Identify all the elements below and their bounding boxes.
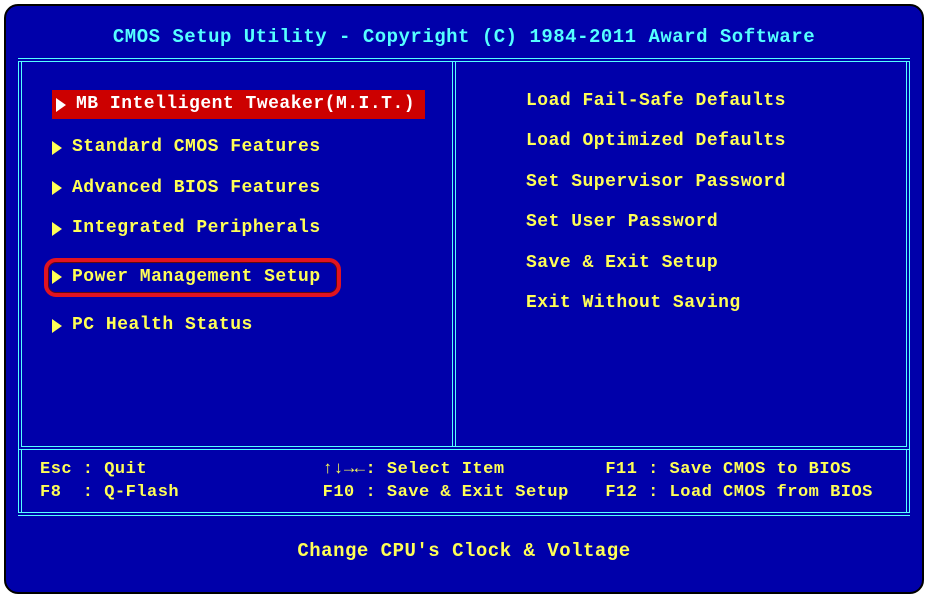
menu-item-label: Integrated Peripherals bbox=[72, 217, 321, 240]
menu-column-right: Load Fail-Safe Defaults Load Optimized De… bbox=[456, 62, 906, 446]
right-menu-item-4[interactable]: Save & Exit Setup bbox=[506, 252, 886, 275]
main-panel: MB Intelligent Tweaker(M.I.T.) Standard C… bbox=[18, 58, 910, 516]
menu-item-label: Standard CMOS Features bbox=[72, 136, 321, 159]
menu-column-left: MB Intelligent Tweaker(M.I.T.) Standard C… bbox=[22, 62, 456, 446]
menu-item-label: Set Supervisor Password bbox=[526, 171, 786, 194]
menu-item-label: Exit Without Saving bbox=[526, 292, 741, 315]
menu-item-label: Set User Password bbox=[526, 211, 718, 234]
submenu-arrow-icon bbox=[52, 141, 62, 155]
hint-f12: F12 : Load CMOS from BIOS bbox=[605, 483, 888, 502]
page-title: CMOS Setup Utility - Copyright (C) 1984-… bbox=[14, 12, 914, 58]
submenu-arrow-icon bbox=[52, 319, 62, 333]
right-menu-item-0[interactable]: Load Fail-Safe Defaults bbox=[506, 90, 886, 113]
hint-esc: Esc : Quit bbox=[40, 460, 323, 479]
left-menu-item-4[interactable]: Power Management Setup bbox=[44, 258, 341, 297]
submenu-arrow-icon bbox=[52, 270, 62, 284]
right-menu-item-2[interactable]: Set Supervisor Password bbox=[506, 171, 886, 194]
key-hints: Esc : Quit ↑↓→←: Select Item F11 : Save … bbox=[18, 450, 910, 512]
left-menu-item-1[interactable]: Standard CMOS Features bbox=[52, 136, 432, 159]
submenu-arrow-icon bbox=[52, 222, 62, 236]
left-menu-item-0[interactable]: MB Intelligent Tweaker(M.I.T.) bbox=[52, 90, 425, 119]
left-menu-item-2[interactable]: Advanced BIOS Features bbox=[52, 177, 432, 200]
right-menu-item-3[interactable]: Set User Password bbox=[506, 211, 886, 234]
menu-item-label: Save & Exit Setup bbox=[526, 252, 718, 275]
left-menu-item-5[interactable]: PC Health Status bbox=[52, 314, 432, 337]
submenu-arrow-icon bbox=[56, 98, 66, 112]
footer-help-text: Change CPU's Clock & Voltage bbox=[14, 516, 914, 564]
menu-item-label: MB Intelligent Tweaker(M.I.T.) bbox=[76, 93, 415, 116]
bios-screen: CMOS Setup Utility - Copyright (C) 1984-… bbox=[4, 4, 924, 594]
right-menu-item-1[interactable]: Load Optimized Defaults bbox=[506, 130, 886, 153]
hint-f10: F10 : Save & Exit Setup bbox=[323, 483, 606, 502]
hint-arrows: ↑↓→←: Select Item bbox=[323, 460, 606, 479]
left-menu-item-3[interactable]: Integrated Peripherals bbox=[52, 217, 432, 240]
submenu-arrow-icon bbox=[52, 181, 62, 195]
hint-f11: F11 : Save CMOS to BIOS bbox=[605, 460, 888, 479]
menu-item-label: PC Health Status bbox=[72, 314, 253, 337]
right-menu-item-5[interactable]: Exit Without Saving bbox=[506, 292, 886, 315]
menu-item-label: Load Optimized Defaults bbox=[526, 130, 786, 153]
menu-item-label: Power Management Setup bbox=[72, 266, 321, 289]
hint-f8: F8 : Q-Flash bbox=[40, 483, 323, 502]
menu-item-label: Load Fail-Safe Defaults bbox=[526, 90, 786, 113]
menu-item-label: Advanced BIOS Features bbox=[72, 177, 321, 200]
menu-area: MB Intelligent Tweaker(M.I.T.) Standard C… bbox=[18, 62, 910, 450]
